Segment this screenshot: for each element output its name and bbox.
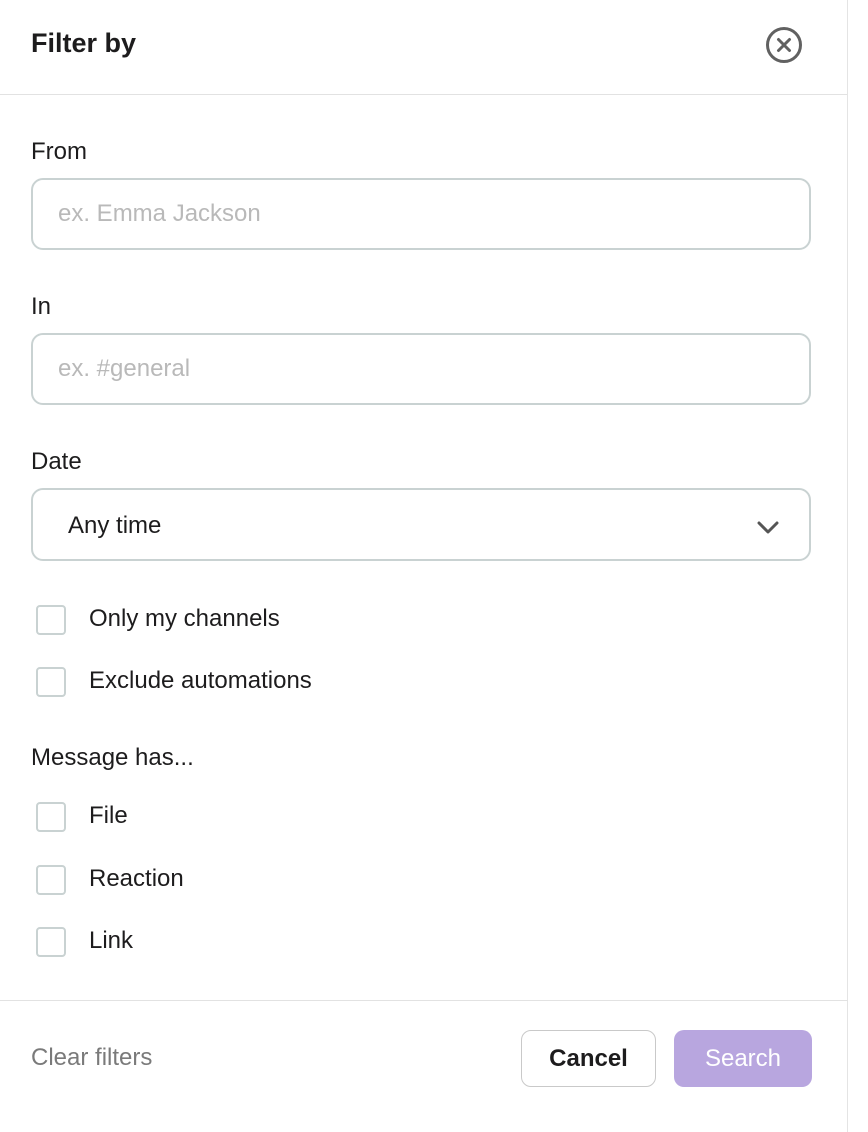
- from-input[interactable]: [31, 178, 811, 250]
- only-my-channels-label: Only my channels: [89, 605, 280, 632]
- clear-filters-link[interactable]: Clear filters: [31, 1044, 152, 1072]
- close-button[interactable]: [765, 26, 803, 64]
- reaction-label: Reaction: [89, 865, 184, 892]
- filter-panel: Filter by From In Date Any time Only my …: [0, 0, 848, 1132]
- file-label: File: [89, 802, 128, 829]
- date-select[interactable]: Any time: [31, 488, 811, 561]
- date-label: Date: [31, 448, 82, 475]
- in-input[interactable]: [31, 333, 811, 405]
- panel-footer: Clear filters Cancel Search: [0, 1000, 848, 1132]
- exclude-automations-checkbox[interactable]: [36, 667, 66, 697]
- message-has-label: Message has...: [31, 744, 194, 771]
- in-label: In: [31, 293, 52, 320]
- date-selected-value: Any time: [68, 512, 162, 539]
- link-label: Link: [89, 927, 134, 954]
- file-checkbox[interactable]: [36, 802, 66, 832]
- panel-title: Filter by: [31, 28, 137, 58]
- reaction-checkbox[interactable]: [36, 865, 66, 895]
- only-my-channels-checkbox[interactable]: [36, 605, 66, 635]
- cancel-button[interactable]: Cancel: [521, 1030, 656, 1087]
- exclude-automations-label: Exclude automations: [89, 667, 312, 694]
- chevron-down-icon: [757, 521, 779, 534]
- from-label: From: [31, 138, 87, 165]
- panel-header: Filter by: [0, 0, 847, 95]
- close-circle-icon: [766, 27, 802, 63]
- link-checkbox[interactable]: [36, 927, 66, 957]
- search-button[interactable]: Search: [674, 1030, 812, 1087]
